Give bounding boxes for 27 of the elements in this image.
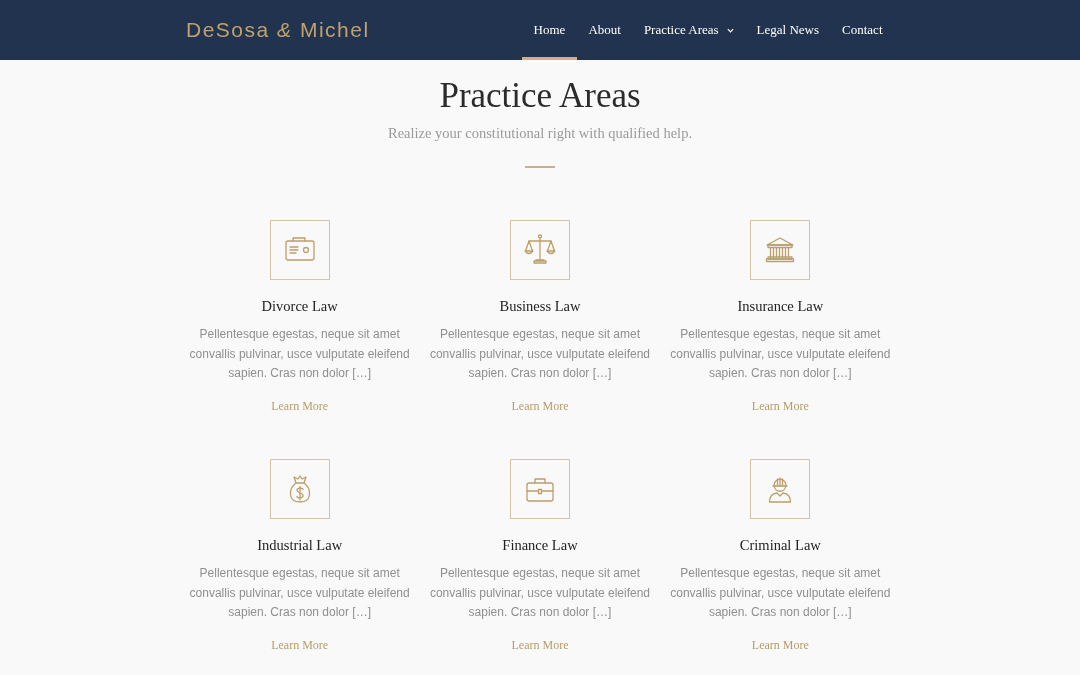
practice-area-title: Criminal Law [739, 536, 821, 555]
practice-area-description: Pellentesque egestas, neque sit amet convallis pulvinar, usce vulputate eleifend sapien. Cras non dolor […] [188, 565, 411, 621]
practice-area-title: Finance Law [502, 536, 578, 555]
section-title: Practice Areas [438, 75, 642, 117]
practice-area-title: Insurance Law [737, 297, 824, 316]
practice-area-description: Pellentesque egestas, neque sit amet convallis pulvinar, usce vulputate eleifend sapien. Cras non dolor […] [428, 565, 652, 621]
nav-link[interactable]: Home [522, 0, 577, 60]
nav-link[interactable]: Practice Areas [632, 0, 746, 60]
practice-area-title: Business Law [499, 297, 581, 316]
caret-icon [726, 27, 734, 33]
practice-area-title: Industrial Law [257, 536, 343, 555]
practice-area-description: Pellentesque egestas, neque sit amet convallis pulvinar, usce vulputate eleifend sapien. Cras non dolor […] [669, 565, 892, 621]
money-bag-icon [269, 459, 330, 519]
section-subtitle: Realize your constitutional right with qualified help. [387, 124, 693, 143]
nav-link[interactable]: Legal News [745, 0, 831, 60]
card-icon [269, 220, 330, 280]
briefcase-icon [510, 459, 570, 519]
nav-link[interactable]: Contact [830, 0, 894, 60]
nav-link[interactable]: About [576, 0, 633, 60]
site-logo[interactable]: DeSosa & Michel [186, 18, 370, 42]
pillared-building-icon [750, 220, 811, 280]
person-icon [750, 459, 811, 519]
practice-area-title: Divorce Law [261, 297, 338, 316]
scales-icon [510, 220, 570, 280]
practice-area-description: Pellentesque egestas, neque sit amet convallis pulvinar, usce vulputate eleifend sapien. Cras non dolor […] [188, 326, 411, 382]
practice-area-description: Pellentesque egestas, neque sit amet convallis pulvinar, usce vulputate eleifend sapien. Cras non dolor […] [428, 326, 652, 382]
practice-area-description: Pellentesque egestas, neque sit amet convallis pulvinar, usce vulputate eleifend sapien. Cras non dolor […] [669, 326, 892, 382]
